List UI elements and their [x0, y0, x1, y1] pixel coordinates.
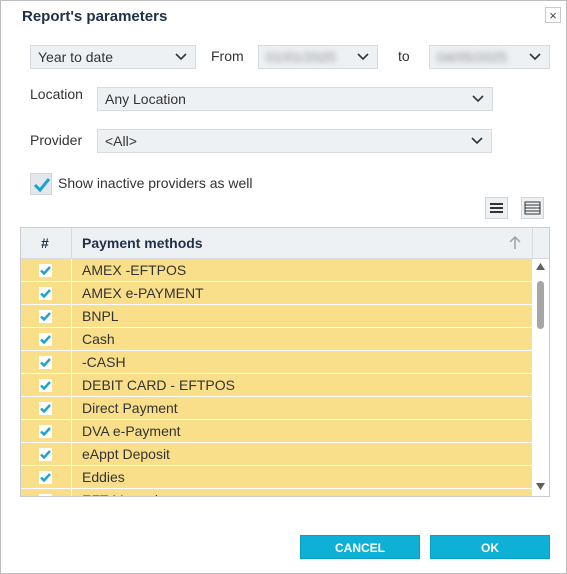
column-divider [71, 228, 72, 258]
chevron-down-icon [472, 95, 484, 103]
grid-body: AMEX -EFTPOS AMEX e-PAYMENT BNPL Cash -CASH D… [21, 259, 532, 497]
row-checkbox[interactable] [39, 264, 52, 277]
scroll-up-arrow-icon[interactable] [536, 263, 545, 270]
checkmark-icon [33, 178, 51, 193]
list-expanded-icon [524, 201, 541, 215]
payment-methods-grid: # Payment methods AMEX -EFTPOS AMEX e-PAY… [20, 227, 550, 497]
payment-method-name: AMEX -EFTPOS [82, 262, 187, 278]
payment-method-name: -CASH [82, 354, 126, 370]
list-compact-icon [490, 203, 503, 213]
checkmark-icon [40, 404, 51, 414]
column-header-index[interactable]: # [41, 228, 49, 258]
table-row[interactable]: -CASH [21, 351, 532, 374]
report-parameters-dialog: Report's parameters × Year to date From … [0, 0, 567, 574]
view-expanded-button[interactable] [521, 197, 544, 219]
chevron-down-icon [471, 137, 483, 145]
cancel-button[interactable]: CANCEL [300, 535, 420, 559]
from-date-select[interactable]: 01/01/2025 [258, 45, 378, 69]
row-checkbox[interactable] [39, 310, 52, 323]
table-row[interactable]: eAppt Deposit [21, 443, 532, 466]
checkmark-icon [40, 427, 51, 437]
checkmark-icon [40, 450, 51, 460]
table-row[interactable]: EFT Manual [21, 489, 532, 497]
from-date-value: 01/01/2025 [266, 49, 337, 65]
location-label: Location [30, 86, 83, 102]
checkmark-icon [40, 312, 51, 322]
payment-method-name: DEBIT CARD - EFTPOS [82, 377, 235, 393]
provider-label: Provider [30, 132, 83, 148]
to-date-value: 04/05/2025 [437, 49, 508, 65]
show-inactive-label[interactable]: Show inactive providers as well [58, 175, 253, 191]
checkmark-icon [40, 473, 51, 483]
row-checkbox[interactable] [39, 471, 52, 484]
column-divider [71, 351, 72, 374]
close-icon: × [549, 8, 557, 23]
table-row[interactable]: AMEX e-PAYMENT [21, 282, 532, 305]
scroll-thumb[interactable] [537, 281, 544, 329]
row-checkbox[interactable] [39, 402, 52, 415]
table-row[interactable]: AMEX -EFTPOS [21, 259, 532, 282]
column-divider [71, 374, 72, 397]
location-select[interactable]: Any Location [97, 87, 493, 111]
table-row[interactable]: Cash [21, 328, 532, 351]
checkmark-icon [40, 289, 51, 299]
table-row[interactable]: DVA e-Payment [21, 420, 532, 443]
column-divider [71, 328, 72, 351]
table-row[interactable]: DEBIT CARD - EFTPOS [21, 374, 532, 397]
location-selected-value: Any Location [105, 91, 186, 107]
to-date-select[interactable]: 04/05/2025 [429, 45, 550, 69]
payment-method-name: EFT Manual [82, 489, 158, 496]
period-selected-value: Year to date [38, 49, 113, 65]
chevron-down-icon [357, 53, 369, 61]
sort-ascending-icon[interactable] [508, 235, 522, 251]
view-compact-button[interactable] [485, 197, 508, 219]
period-select[interactable]: Year to date [30, 45, 196, 69]
row-checkbox[interactable] [39, 356, 52, 369]
checkmark-icon [40, 381, 51, 391]
column-divider [71, 489, 72, 496]
payment-method-name: Direct Payment [82, 400, 178, 416]
close-button[interactable]: × [545, 7, 561, 23]
checkmark-icon [39, 494, 52, 497]
column-header-payment-methods[interactable]: Payment methods [82, 228, 203, 258]
chevron-down-icon [175, 53, 187, 61]
column-divider [71, 259, 72, 282]
grid-header: # Payment methods [21, 228, 549, 259]
scroll-down-arrow-icon[interactable] [536, 483, 545, 490]
table-row[interactable]: Eddies [21, 466, 532, 489]
payment-method-name: BNPL [82, 308, 119, 324]
chevron-down-icon [529, 53, 541, 61]
checkmark-icon [40, 266, 51, 276]
column-divider [532, 228, 533, 258]
row-checkbox[interactable] [39, 333, 52, 346]
payment-method-name: Cash [82, 331, 115, 347]
column-divider [71, 420, 72, 443]
row-checkbox[interactable] [39, 494, 52, 497]
table-row[interactable]: BNPL [21, 305, 532, 328]
checkmark-icon [40, 358, 51, 368]
from-label: From [211, 48, 244, 64]
row-checkbox[interactable] [39, 425, 52, 438]
payment-method-name: Eddies [82, 469, 125, 485]
to-label: to [398, 48, 410, 64]
show-inactive-checkbox[interactable] [30, 173, 52, 195]
ok-button[interactable]: OK [430, 535, 550, 559]
dialog-title: Report's parameters [22, 8, 168, 25]
table-row[interactable]: Direct Payment [21, 397, 532, 420]
column-divider [71, 305, 72, 328]
column-divider [71, 282, 72, 305]
checkmark-icon [40, 335, 51, 345]
grid-scrollbar[interactable] [532, 259, 549, 496]
column-divider [71, 397, 72, 420]
row-checkbox[interactable] [39, 287, 52, 300]
payment-method-name: AMEX e-PAYMENT [82, 285, 204, 301]
payment-method-name: eAppt Deposit [82, 446, 170, 462]
provider-selected-value: <All> [105, 133, 137, 149]
payment-method-name: DVA e-Payment [82, 423, 181, 439]
column-divider [71, 466, 72, 489]
row-checkbox[interactable] [39, 448, 52, 461]
row-checkbox[interactable] [39, 379, 52, 392]
column-divider [71, 443, 72, 466]
provider-select[interactable]: <All> [97, 129, 492, 153]
